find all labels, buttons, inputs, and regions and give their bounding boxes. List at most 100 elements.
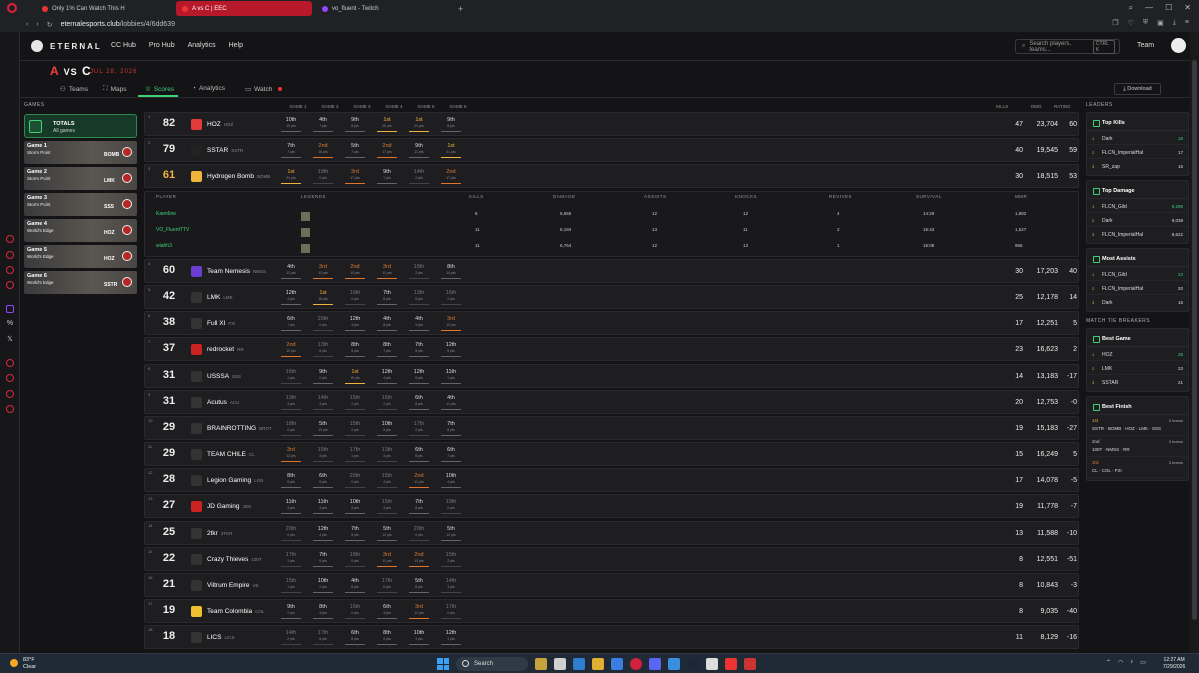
team-name[interactable]: BRAINROTTING BROT bbox=[207, 425, 272, 432]
browser-tab[interactable]: Only 1% Can Watch This H bbox=[36, 1, 172, 16]
leader-entry[interactable]: 1 Dark 18 bbox=[1087, 131, 1188, 145]
new-tab-button[interactable]: + bbox=[458, 4, 463, 14]
game-result-cell[interactable]: 12th 4 pts bbox=[371, 369, 403, 385]
twitch-icon[interactable] bbox=[6, 305, 14, 313]
game-result-cell[interactable]: 17th 0 pts bbox=[435, 604, 467, 620]
game-card[interactable]: Game 2 Storm Point LMK bbox=[24, 167, 137, 190]
windows-start-icon[interactable] bbox=[437, 658, 449, 670]
table-row[interactable]: 17 19 Team Colombia COL 9th 2 pts 8th 4 pts 1… bbox=[144, 599, 1079, 624]
team-name[interactable]: 2tkr 2TKR bbox=[207, 530, 232, 537]
player-name[interactable]: wiahh3 bbox=[156, 243, 172, 249]
game-result-cell[interactable]: 13th 5 pts bbox=[307, 342, 339, 358]
app-icon[interactable] bbox=[706, 658, 718, 670]
game-result-cell[interactable]: 16th 2 pts bbox=[435, 290, 467, 306]
game-result-cell[interactable]: 16th 0 pts bbox=[339, 604, 371, 620]
widget-icon[interactable] bbox=[535, 658, 547, 670]
game-result-cell[interactable]: 9th 2 pts bbox=[275, 604, 307, 620]
game-result-cell[interactable]: 20th 0 pts bbox=[275, 526, 307, 542]
opera-gx-icon[interactable] bbox=[630, 658, 642, 670]
game-result-cell[interactable]: 3rd 11 pts bbox=[371, 552, 403, 568]
game-result-cell[interactable]: 15th 4 pts bbox=[307, 447, 339, 463]
game-card[interactable]: Game 6 World's Edge SSTR bbox=[24, 271, 137, 294]
store-icon[interactable] bbox=[611, 658, 623, 670]
team-name[interactable]: Team Colombia COL bbox=[207, 608, 264, 615]
edge-icon[interactable] bbox=[573, 658, 585, 670]
menu-icon[interactable]: ≡ bbox=[1185, 19, 1189, 27]
game-result-cell[interactable]: 13th 4 pts bbox=[275, 395, 307, 411]
game-result-cell[interactable]: 17th 1 pts bbox=[339, 447, 371, 463]
game-result-cell[interactable]: 12th 5 pts bbox=[435, 342, 467, 358]
game-result-cell[interactable]: 15th 1 pts bbox=[275, 578, 307, 594]
table-row[interactable]: 18 18 LICS LICS 14th 2 pts 17th 5 pts 6th 8 pt… bbox=[144, 625, 1079, 650]
game-result-cell[interactable]: 2nd 10 pts bbox=[339, 264, 371, 280]
volume-icon[interactable]: ♪ bbox=[1130, 659, 1133, 666]
sidebar-app-icon[interactable] bbox=[6, 359, 14, 367]
team-name[interactable]: Viltrum Empire VE bbox=[207, 582, 259, 589]
table-row[interactable]: 6 38 Full XI FXI 6th 7 pts 20th 0 pts 12th 4 p… bbox=[144, 311, 1079, 336]
tab-scores[interactable]: ♕ Scores bbox=[145, 85, 174, 94]
game-result-cell[interactable]: 7th 8 pts bbox=[403, 499, 435, 515]
game-result-cell[interactable]: 16th 2 pts bbox=[371, 395, 403, 411]
team-name[interactable]: USSSA SSS bbox=[207, 373, 241, 380]
game-result-cell[interactable]: 2nd 10 pts bbox=[275, 342, 307, 358]
game-result-cell[interactable]: 17th 1 pts bbox=[275, 552, 307, 568]
game-result-cell[interactable]: 6th 7 pts bbox=[275, 316, 307, 332]
browser-tab[interactable]: vo_fluent - Twitch bbox=[316, 1, 452, 16]
table-row[interactable]: 12 28 Legion Gaming LGN 8th 5 pts 6th 5 pts 2… bbox=[144, 468, 1079, 493]
game-result-cell[interactable]: 11th 4 pts bbox=[275, 499, 307, 515]
close-icon[interactable]: ✕ bbox=[1184, 3, 1191, 13]
minimize-icon[interactable]: — bbox=[1145, 3, 1153, 13]
leader-entry[interactable]: 3 FLCN_ImperialHal 8,622 bbox=[1087, 227, 1188, 241]
copy-icon[interactable]: ❐ bbox=[1112, 19, 1118, 27]
game-result-cell[interactable]: 9th 7 pts bbox=[371, 169, 403, 185]
game-result-cell[interactable]: 5th 10 pts bbox=[307, 421, 339, 437]
leader-entry[interactable]: 2 FLCN_ImperialHal 20 bbox=[1087, 281, 1188, 295]
sidebar-app-icon[interactable]: % bbox=[6, 320, 14, 328]
team-name[interactable]: Legion Gaming LGN bbox=[207, 477, 263, 484]
battery-icon[interactable]: ▭ bbox=[1140, 659, 1146, 666]
game-result-cell[interactable]: 18th 0 pts bbox=[275, 421, 307, 437]
avatar[interactable] bbox=[1171, 38, 1186, 53]
game-result-cell[interactable]: 14th 3 pts bbox=[435, 578, 467, 594]
table-row[interactable]: 13 27 JD Gaming JDG 11th 4 pts 11th 4 pts 10t… bbox=[144, 494, 1079, 519]
game-result-cell[interactable]: 15th 2 pts bbox=[435, 552, 467, 568]
game-result-cell[interactable]: 3rd 11 pts bbox=[371, 264, 403, 280]
game-card[interactable]: Game 5 World's Edge HOZ bbox=[24, 245, 137, 268]
table-row[interactable]: 10 29 BRAINROTTING BROT 18th 0 pts 5th 10 pt… bbox=[144, 415, 1079, 440]
game-result-cell[interactable]: 15th 2 pts bbox=[339, 421, 371, 437]
leader-entry[interactable]: 1 FLCN_Gild 9,296 bbox=[1087, 199, 1188, 213]
game-result-cell[interactable]: 7th 5 pts bbox=[339, 526, 371, 542]
table-row[interactable]: 7 37 redrocket RR 2nd 10 pts 13th 5 pts 8th 5 … bbox=[144, 337, 1079, 362]
tab-teams[interactable]: ⚇ Teams bbox=[60, 85, 88, 94]
game-result-cell[interactable]: 10th 1 pts bbox=[403, 630, 435, 646]
team-name[interactable]: Team Nemesis NMSS bbox=[207, 268, 266, 275]
team-name[interactable]: TEAM CHILE CL bbox=[207, 451, 255, 458]
game-result-cell[interactable]: 12th 1 pts bbox=[435, 630, 467, 646]
team-name[interactable]: LICS LICS bbox=[207, 634, 234, 641]
shield-icon[interactable]: ⛨ bbox=[1143, 19, 1148, 27]
game-result-cell[interactable]: 4th 8 pts bbox=[339, 578, 371, 594]
forward-icon[interactable]: › bbox=[36, 21, 38, 28]
sidebar-app-icon[interactable] bbox=[6, 235, 14, 243]
address-bar[interactable]: ‹ › ↻ eternalesports.club/lobbies/4/6dd6… bbox=[0, 17, 1199, 32]
table-row[interactable]: 5 42 LMK LMK 12th 4 pts 1st 18 pts 19th 0 pts 7… bbox=[144, 284, 1079, 309]
game-result-cell[interactable]: 17th 6 pts bbox=[371, 578, 403, 594]
download-button[interactable]: ⤓ Download bbox=[1114, 83, 1161, 95]
game-result-cell[interactable]: 8th 5 pts bbox=[275, 473, 307, 489]
game-result-cell[interactable]: 9th 2 pts bbox=[307, 369, 339, 385]
table-row[interactable]: 9 31 Acutus ACU 13th 4 pts 14th 4 pts 15th 2 p… bbox=[144, 389, 1079, 414]
sidebar-app-icon[interactable] bbox=[6, 251, 14, 259]
game-result-cell[interactable]: 1st 18 pts bbox=[339, 369, 371, 385]
game-result-cell[interactable]: 2nd 16 pts bbox=[307, 143, 339, 159]
sidebar-app-icon[interactable] bbox=[6, 390, 14, 398]
leader-entry[interactable]: 3 SR_zap 16 bbox=[1087, 159, 1188, 173]
game-result-cell[interactable]: 4th 11 pts bbox=[435, 395, 467, 411]
game-result-cell[interactable]: 12th 4 pts bbox=[339, 316, 371, 332]
nav-link-pro-hub[interactable]: Pro Hub bbox=[149, 42, 175, 49]
apex-icon[interactable] bbox=[744, 658, 756, 670]
game-result-cell[interactable]: 6th 4 pts bbox=[371, 604, 403, 620]
table-row[interactable]: 14 25 2tkr 2TKR 20th 0 pts 12th 4 pts 7th 5 pt… bbox=[144, 520, 1079, 545]
game-result-cell[interactable]: 10th 2 pts bbox=[307, 578, 339, 594]
steam-icon[interactable] bbox=[687, 658, 699, 670]
team-name[interactable]: Crazy Thieves 100T bbox=[207, 556, 262, 563]
